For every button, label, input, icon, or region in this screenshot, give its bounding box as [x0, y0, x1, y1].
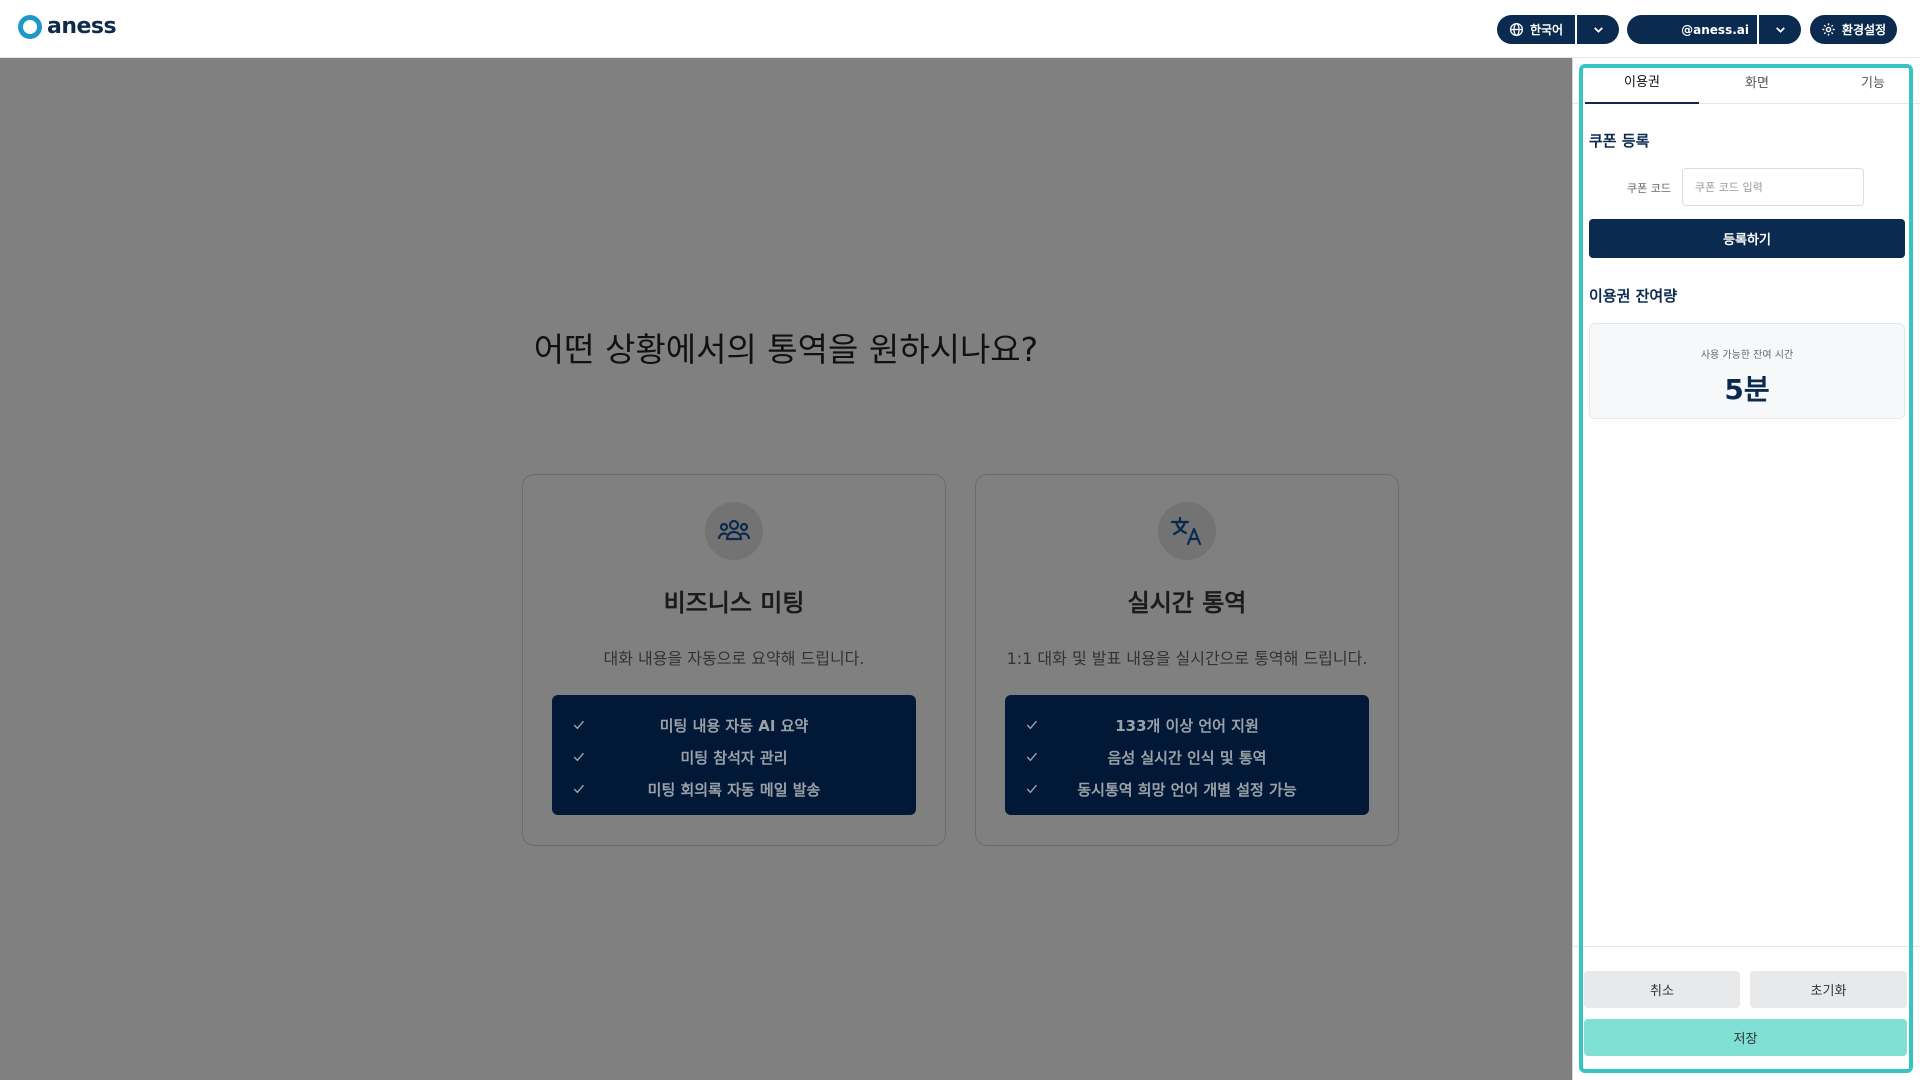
save-button[interactable]: 저장 — [1584, 1019, 1907, 1056]
feature-text: 동시통역 희망 언어 개별 설정 가능 — [1077, 780, 1297, 799]
feature-text: 미팅 내용 자동 AI 요약 — [659, 716, 809, 735]
check-icon — [1026, 720, 1037, 730]
logo-text: aness — [47, 14, 117, 39]
account-button[interactable]: @aness.ai — [1627, 15, 1757, 44]
translate-icon — [1158, 502, 1216, 560]
feature-item: 음성 실시간 인식 및 통역 — [1005, 741, 1369, 773]
check-icon — [1026, 752, 1037, 762]
top-header: aness 한국어 @aness.ai 환경설정 — [0, 0, 1920, 58]
feature-item: 동시통역 희망 언어 개별 설정 가능 — [1005, 773, 1369, 805]
feature-text: 미팅 참석자 관리 — [680, 748, 788, 767]
chevron-down-icon — [1775, 27, 1785, 33]
feature-item: 미팅 참석자 관리 — [552, 741, 916, 773]
app-logo[interactable]: aness — [18, 14, 117, 39]
check-icon — [573, 784, 584, 794]
register-coupon-button[interactable]: 등록하기 — [1589, 219, 1905, 258]
account-email: @aness.ai — [1681, 22, 1749, 37]
coupon-code-label: 쿠폰 코드 — [1627, 182, 1671, 195]
settings-label: 환경설정 — [1841, 23, 1887, 37]
card-title: 비즈니스 미팅 — [663, 589, 805, 617]
language-dropdown-toggle[interactable] — [1577, 15, 1619, 44]
cancel-button[interactable]: 취소 — [1584, 971, 1740, 1008]
feature-item: 133개 이상 언어 지원 — [1005, 709, 1369, 741]
coupon-code-input[interactable] — [1682, 168, 1864, 206]
feature-text: 음성 실시간 인식 및 통역 — [1107, 748, 1267, 767]
gear-icon — [1822, 23, 1835, 36]
footer-divider — [1573, 946, 1920, 947]
coupon-section-title: 쿠폰 등록 — [1589, 132, 1650, 150]
tab-display[interactable]: 화면 — [1699, 58, 1815, 104]
globe-icon — [1509, 22, 1524, 37]
reset-button[interactable]: 초기화 — [1750, 971, 1907, 1008]
settings-button[interactable]: 환경설정 — [1810, 15, 1897, 44]
feature-text: 133개 이상 언어 지원 — [1115, 716, 1259, 735]
card-description: 1:1 대화 및 발표 내용을 실시간으로 통역해 드립니다. — [1006, 649, 1368, 668]
language-label: 한국어 — [1529, 23, 1564, 37]
realtime-interpretation-card[interactable]: 실시간 통역 1:1 대화 및 발표 내용을 실시간으로 통역해 드립니다. 1… — [975, 474, 1399, 846]
settings-tabs: 이용권 화면 기능 — [1573, 58, 1920, 104]
page-title: 어떤 상황에서의 통역을 원하시나요? — [533, 330, 1039, 369]
check-icon — [573, 752, 584, 762]
check-icon — [573, 720, 584, 730]
card-title: 실시간 통역 — [1127, 589, 1247, 617]
remaining-section-title: 이용권 잔여량 — [1589, 287, 1678, 305]
feature-text: 미팅 회의록 자동 메일 발송 — [647, 780, 821, 799]
tab-subscription[interactable]: 이용권 — [1585, 58, 1699, 104]
check-icon — [1026, 784, 1037, 794]
feature-list: 미팅 내용 자동 AI 요약 미팅 참석자 관리 미팅 회의록 자동 메일 발송 — [552, 695, 916, 815]
feature-item: 미팅 회의록 자동 메일 발송 — [552, 773, 916, 805]
remaining-time-box: 사용 가능한 잔여 시간 5분 — [1589, 323, 1905, 419]
tab-features[interactable]: 기능 — [1815, 58, 1920, 104]
card-description: 대화 내용을 자동으로 요약해 드립니다. — [603, 649, 865, 668]
feature-list: 133개 이상 언어 지원 음성 실시간 인식 및 통역 동시통역 희망 언어 … — [1005, 695, 1369, 815]
language-button[interactable]: 한국어 — [1497, 15, 1575, 44]
logo-ring-icon — [18, 14, 42, 39]
main-overlay[interactable]: 어떤 상황에서의 통역을 원하시나요? 비즈니스 미팅 대화 내용을 자동으로 … — [0, 58, 1572, 1080]
business-meeting-card[interactable]: 비즈니스 미팅 대화 내용을 자동으로 요약해 드립니다. 미팅 내용 자동 A… — [522, 474, 946, 846]
remaining-time-label: 사용 가능한 잔여 시간 — [1700, 350, 1794, 361]
feature-item: 미팅 내용 자동 AI 요약 — [552, 709, 916, 741]
people-group-icon — [705, 502, 763, 560]
settings-panel: 이용권 화면 기능 쿠폰 등록 쿠폰 코드 등록하기 이용권 잔여량 사용 가능… — [1572, 58, 1920, 1080]
account-dropdown-toggle[interactable] — [1759, 15, 1801, 44]
chevron-down-icon — [1593, 27, 1603, 33]
remaining-time-value: 5분 — [1724, 373, 1770, 406]
